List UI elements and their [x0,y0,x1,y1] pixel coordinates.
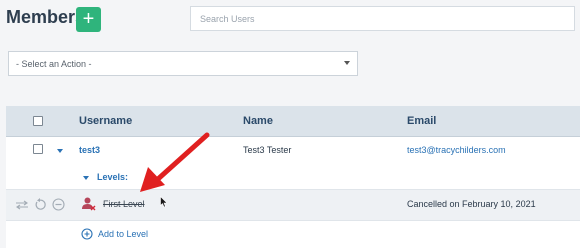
cancelled-member-icon [82,197,96,211]
column-username[interactable]: Username [79,115,132,127]
expand-toggle-icon[interactable] [57,149,63,153]
member-email-link[interactable]: test3@tracychilders.com [407,145,506,155]
levels-label[interactable]: Levels: [97,172,128,182]
table-header-row: Username Name Email [6,106,580,137]
level-row: First Level Cancelled on February 10, 20… [6,190,580,221]
add-to-level-link[interactable]: Add to Level [98,229,148,239]
level-status: Cancelled on February 10, 2021 [407,199,536,209]
members-table: Username Name Email test3 Test3 Tester t… [6,106,580,248]
level-name[interactable]: First Level [103,199,145,209]
bulk-action-placeholder: - Select an Action - [16,59,92,69]
add-level-row: Add to Level [6,221,580,248]
levels-collapse-icon[interactable] [83,176,89,180]
remove-level-icon[interactable] [52,198,65,211]
chevron-down-icon [344,61,350,65]
member-checkbox[interactable] [33,144,43,154]
add-member-button[interactable]: + [76,7,101,32]
select-all-checkbox[interactable] [33,116,43,126]
column-name[interactable]: Name [243,115,273,127]
column-email[interactable]: Email [407,115,436,127]
member-name: Test3 Tester [243,145,292,155]
page-title: Members [6,7,86,27]
move-level-icon[interactable] [15,200,29,210]
member-username-link[interactable]: test3 [79,145,100,155]
restore-level-icon[interactable] [34,198,46,211]
mouse-cursor-icon [160,196,168,208]
search-users-input[interactable]: Search Users [190,6,575,31]
bulk-action-select[interactable]: - Select an Action - [8,51,358,76]
add-circle-icon[interactable] [81,228,93,240]
member-row: test3 Test3 Tester test3@tracychilders.c… [6,137,580,190]
page-header: Members + Search Users [0,0,580,40]
